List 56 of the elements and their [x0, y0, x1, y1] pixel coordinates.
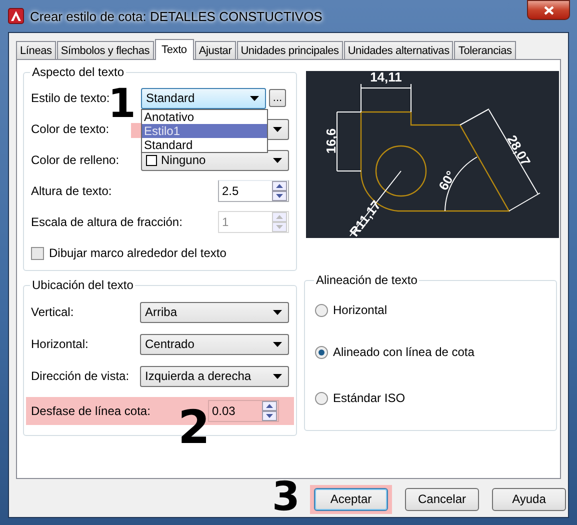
dropdown-option[interactable]: Estilo1: [142, 124, 267, 138]
option-dropdown[interactable]: Izquierda a derecha: [140, 366, 289, 386]
field-label: Horizontal:: [31, 337, 90, 351]
field-label: Altura de texto:: [31, 184, 113, 198]
field-label: Escala de altura de fracción:: [31, 215, 182, 229]
tab[interactable]: Texto: [154, 39, 194, 60]
tab[interactable]: Unidades principales: [236, 41, 343, 59]
radio-label: Alineado con línea de cota: [333, 345, 474, 359]
swatch-icon: [146, 154, 157, 166]
step-number: 2: [178, 404, 210, 450]
group-title: Aspecto del texto: [31, 65, 126, 79]
checkbox-label: Dibujar marco alrededor del texto: [49, 246, 226, 260]
step-number: 1: [108, 84, 136, 124]
field-label: Desfase de línea cota:: [31, 404, 150, 418]
radio-label: Horizontal: [333, 303, 388, 317]
text-style-dropdown[interactable]: Standard: [141, 88, 266, 108]
tab[interactable]: Tolerancias: [454, 41, 516, 59]
dialog-button[interactable]: Aceptar: [314, 488, 388, 510]
radio-button[interactable]: [315, 392, 328, 404]
field-label: Color de texto:: [31, 122, 110, 136]
dropdown-arrow-icon: [273, 310, 282, 314]
checkbox[interactable]: [31, 246, 44, 260]
option-dropdown[interactable]: Centrado: [140, 334, 289, 354]
dialog-button[interactable]: Ayuda: [492, 488, 566, 510]
tab[interactable]: Líneas: [16, 41, 56, 59]
close-icon: [544, 6, 554, 14]
dialog-button[interactable]: Cancelar: [405, 488, 479, 510]
dropdown-arrow-icon: [273, 374, 282, 378]
browse-button[interactable]: ...: [269, 89, 286, 107]
spinner-icon[interactable]: [272, 181, 287, 201]
tab[interactable]: Símbolos y flechas: [56, 41, 154, 59]
radio-button[interactable]: [315, 304, 328, 316]
window-title: Crear estilo de cota: DETALLES CONSTUCTIVOS: [30, 8, 322, 24]
dropdown-arrow-icon: [273, 126, 282, 132]
field-label: Color de relleno:: [31, 153, 120, 167]
dropdown-arrow-icon: [250, 96, 259, 100]
option-dropdown[interactable]: Arriba: [140, 302, 289, 322]
tab[interactable]: Unidades alternativas: [344, 41, 454, 59]
app-logo-icon: [8, 8, 24, 24]
field-label: Vertical:: [31, 305, 75, 319]
tab[interactable]: Ajustar: [194, 41, 236, 59]
radio-label: Estándar ISO: [333, 391, 406, 405]
close-button[interactable]: [527, 0, 570, 20]
offset-field[interactable]: 0.03: [208, 400, 279, 422]
text-height-field[interactable]: 2.5: [218, 180, 289, 202]
step-number: 3: [272, 477, 300, 517]
spinner-icon[interactable]: [262, 401, 277, 421]
field-label: Estilo de texto:: [31, 91, 111, 105]
dropdown-arrow-icon: [273, 158, 282, 162]
dropdown-option[interactable]: Standard: [142, 138, 267, 152]
radio-button[interactable]: [315, 346, 328, 358]
group-title: Ubicación del texto: [31, 278, 134, 292]
dropdown-arrow-icon: [273, 342, 282, 346]
group-title: Alineación de texto: [315, 273, 418, 287]
dropdown-option[interactable]: Anotativo: [142, 110, 267, 124]
field-label: Dirección de vista:: [31, 369, 130, 383]
